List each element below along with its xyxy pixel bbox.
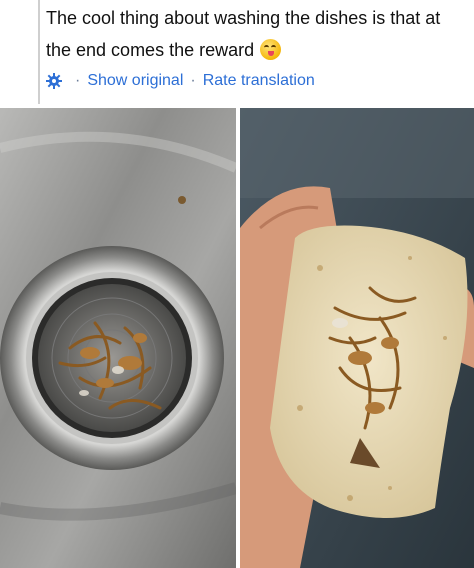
yum-face-emoji-icon <box>260 39 282 60</box>
sink-drain-illustration <box>0 108 236 568</box>
sink-drain-photo <box>0 108 236 568</box>
separator-dot: · <box>190 72 196 89</box>
post-header: The cool thing about washing the dishes … <box>0 0 474 104</box>
gear-icon[interactable] <box>46 73 62 89</box>
post-body-text: The cool thing about washing the dishes … <box>46 8 441 60</box>
tortilla-hand-photo <box>240 108 474 568</box>
translation-bar: · Show original · Rate translation <box>46 70 315 92</box>
post-text: The cool thing about washing the dishes … <box>46 2 466 66</box>
quote-rule <box>38 0 40 104</box>
show-original-link[interactable]: Show original <box>87 72 183 90</box>
separator-dot: · <box>75 72 81 89</box>
tortilla-illustration <box>240 108 474 568</box>
rate-translation-link[interactable]: Rate translation <box>203 72 315 90</box>
